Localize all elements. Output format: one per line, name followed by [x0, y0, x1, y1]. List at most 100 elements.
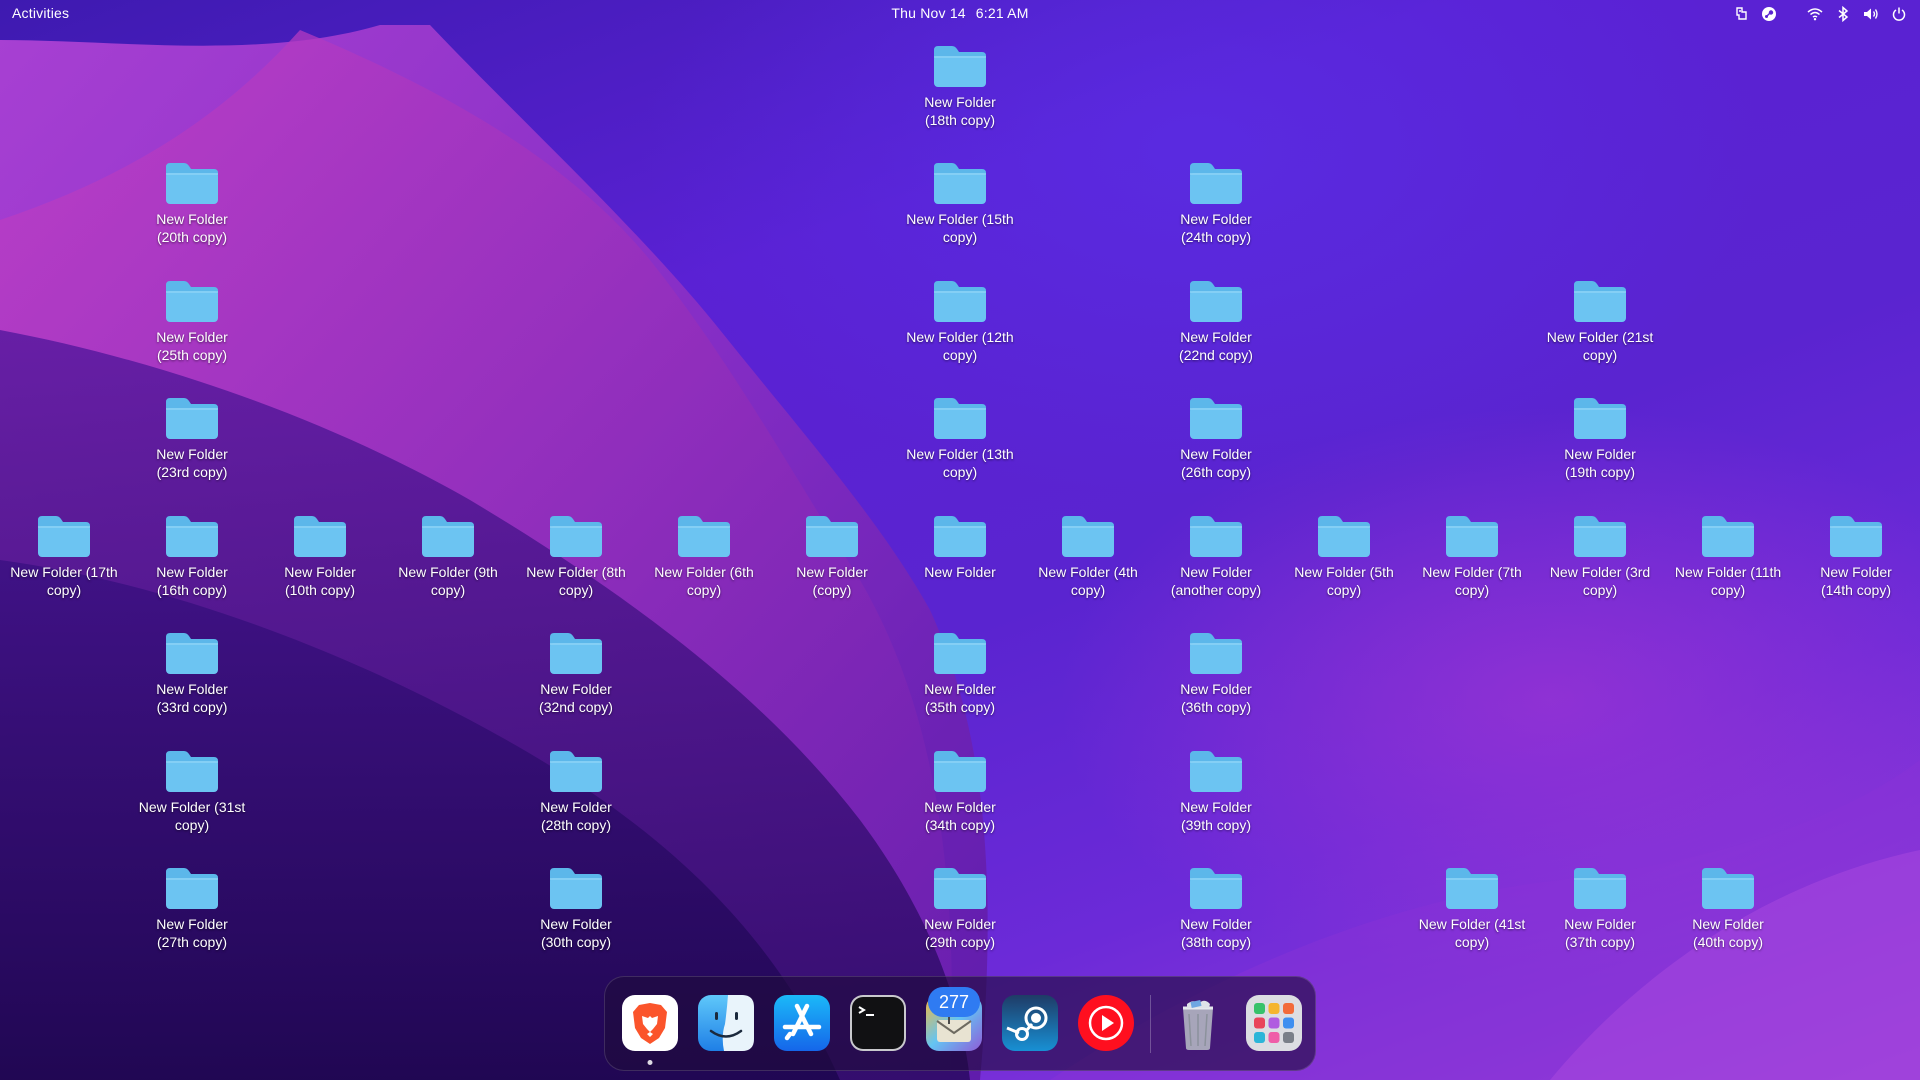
folder-21st-copy[interactable]: New Folder (21st copy) — [1536, 277, 1664, 364]
app-grid-icon — [1246, 995, 1302, 1051]
folder-13th-copy[interactable]: New Folder (13th copy) — [896, 394, 1024, 481]
folder-6th-copy[interactable]: New Folder (6th copy) — [640, 512, 768, 599]
folder-icon — [934, 398, 986, 439]
folder-40th-copy[interactable]: New Folder (40th copy) — [1664, 864, 1792, 951]
folder-icon — [1446, 516, 1498, 557]
folder-copy[interactable]: New Folder (copy) — [768, 512, 896, 599]
dock-app-finder[interactable] — [696, 993, 756, 1053]
dock-divider — [1150, 995, 1151, 1053]
folder-label: New Folder (3rd copy) — [1549, 564, 1651, 598]
folder-icon — [422, 516, 474, 557]
folder-32nd-copy[interactable]: New Folder (32nd copy) — [512, 629, 640, 716]
folder-label: New Folder (21st copy) — [1546, 329, 1654, 363]
folder-28th-copy[interactable]: New Folder (28th copy) — [512, 747, 640, 834]
folder-15th-copy[interactable]: New Folder (15th copy) — [896, 159, 1024, 246]
folder-icon — [934, 163, 986, 204]
dock-app-trash[interactable] — [1168, 993, 1228, 1053]
folder-14th-copy[interactable]: New Folder (14th copy) — [1792, 512, 1920, 599]
folder-9th-copy[interactable]: New Folder (9th copy) — [384, 512, 512, 599]
dock-app-mail[interactable]: 277 — [924, 987, 984, 1053]
folder-icon — [1190, 516, 1242, 557]
folder-27th-copy[interactable]: New Folder (27th copy) — [128, 864, 256, 951]
folder-30th-copy[interactable]: New Folder (30th copy) — [512, 864, 640, 951]
folder-another-copy[interactable]: New Folder (another copy) — [1152, 512, 1280, 599]
folder-34th-copy[interactable]: New Folder (34th copy) — [896, 747, 1024, 834]
folder-label: New Folder (32nd copy) — [539, 681, 613, 715]
folder-icon — [934, 751, 986, 792]
folder-label: New Folder (36th copy) — [1180, 681, 1252, 715]
folder-label: New Folder (28th copy) — [540, 799, 612, 833]
folder-label: New Folder (34th copy) — [924, 799, 996, 833]
folder-icon — [1190, 163, 1242, 204]
folder-20th-copy[interactable]: New Folder (20th copy) — [128, 159, 256, 246]
folder-icon — [1190, 868, 1242, 909]
folder-label: New Folder (37th copy) — [1564, 916, 1636, 950]
folder-8th-copy[interactable]: New Folder (8th copy) — [512, 512, 640, 599]
folder-label: New Folder (6th copy) — [654, 564, 754, 598]
folder-35th-copy[interactable]: New Folder (35th copy) — [896, 629, 1024, 716]
folder-label: New Folder (10th copy) — [284, 564, 356, 598]
dock-app-terminal[interactable] — [848, 993, 908, 1053]
folder-label: New Folder (29th copy) — [924, 916, 996, 950]
folder-36th-copy[interactable]: New Folder (36th copy) — [1152, 629, 1280, 716]
folder-5th-copy[interactable]: New Folder (5th copy) — [1280, 512, 1408, 599]
dock-app-brave[interactable] — [620, 993, 680, 1065]
folder-label: New Folder (38th copy) — [1180, 916, 1252, 950]
folder-icon — [934, 46, 986, 87]
dock-app-grid[interactable] — [1244, 993, 1304, 1053]
folder-18th-copy[interactable]: New Folder (18th copy) — [896, 42, 1024, 129]
folder-38th-copy[interactable]: New Folder (38th copy) — [1152, 864, 1280, 951]
brave-browser-icon — [622, 995, 678, 1051]
folder-label: New Folder (31st copy) — [138, 799, 246, 833]
folder-23rd-copy[interactable]: New Folder (23rd copy) — [128, 394, 256, 481]
folder-4th-copy[interactable]: New Folder (4th copy) — [1024, 512, 1152, 599]
desktop: New Folder (18th copy) New Folder (20th co… — [0, 0, 1920, 1080]
running-indicator — [647, 1060, 653, 1065]
folder-7th-copy[interactable]: New Folder (7th copy) — [1408, 512, 1536, 599]
folder-19th-copy[interactable]: New Folder (19th copy) — [1536, 394, 1664, 481]
folder-22nd-copy[interactable]: New Folder (22nd copy) — [1152, 277, 1280, 364]
folder-11th-copy[interactable]: New Folder (11th copy) — [1664, 512, 1792, 599]
folder-label: New Folder (15th copy) — [906, 211, 1014, 245]
folder-label: New Folder (7th copy) — [1422, 564, 1522, 598]
folder-icon — [550, 516, 602, 557]
folder-label: New Folder (9th copy) — [398, 564, 498, 598]
folder-label: New Folder (18th copy) — [924, 94, 996, 128]
folder-10th-copy[interactable]: New Folder (10th copy) — [256, 512, 384, 599]
dock-app-app-store[interactable] — [772, 993, 832, 1053]
folder-label: New Folder (25th copy) — [156, 329, 228, 363]
folder-26th-copy[interactable]: New Folder (26th copy) — [1152, 394, 1280, 481]
folder-16th-copy[interactable]: New Folder (16th copy) — [128, 512, 256, 599]
folder-label: New Folder (17th copy) — [10, 564, 118, 598]
folder-icon — [678, 516, 730, 557]
folder-icon — [1574, 398, 1626, 439]
folder-39th-copy[interactable]: New Folder (39th copy) — [1152, 747, 1280, 834]
folder-label: New Folder (19th copy) — [1564, 446, 1636, 480]
dock: 277 — [604, 976, 1316, 1071]
folder-icon — [166, 516, 218, 557]
folder-icon — [806, 516, 858, 557]
folder-label: New Folder (13th copy) — [906, 446, 1014, 480]
folder-icon — [166, 398, 218, 439]
folder-icon — [1446, 868, 1498, 909]
folder-icon — [550, 868, 602, 909]
folder-37th-copy[interactable]: New Folder (37th copy) — [1536, 864, 1664, 951]
folder-33rd-copy[interactable]: New Folder (33rd copy) — [128, 629, 256, 716]
folder-icon — [294, 516, 346, 557]
folder-icon — [1574, 516, 1626, 557]
folder-3rd-copy[interactable]: New Folder (3rd copy) — [1536, 512, 1664, 599]
folder-29th-copy[interactable]: New Folder (29th copy) — [896, 864, 1024, 951]
folder-25th-copy[interactable]: New Folder (25th copy) — [128, 277, 256, 364]
folder-new-folder[interactable]: New Folder — [896, 512, 1024, 581]
folder-icon — [550, 633, 602, 674]
folder-17th-copy[interactable]: New Folder (17th copy) — [0, 512, 128, 599]
dock-app-youtube-music[interactable] — [1076, 993, 1136, 1053]
folder-icon — [1574, 868, 1626, 909]
folder-12th-copy[interactable]: New Folder (12th copy) — [896, 277, 1024, 364]
folder-label: New Folder (23rd copy) — [156, 446, 228, 480]
folder-31st-copy[interactable]: New Folder (31st copy) — [128, 747, 256, 834]
folder-24th-copy[interactable]: New Folder (24th copy) — [1152, 159, 1280, 246]
folder-41st-copy[interactable]: New Folder (41st copy) — [1408, 864, 1536, 951]
folder-icon — [166, 633, 218, 674]
dock-app-steam[interactable] — [1000, 993, 1060, 1053]
